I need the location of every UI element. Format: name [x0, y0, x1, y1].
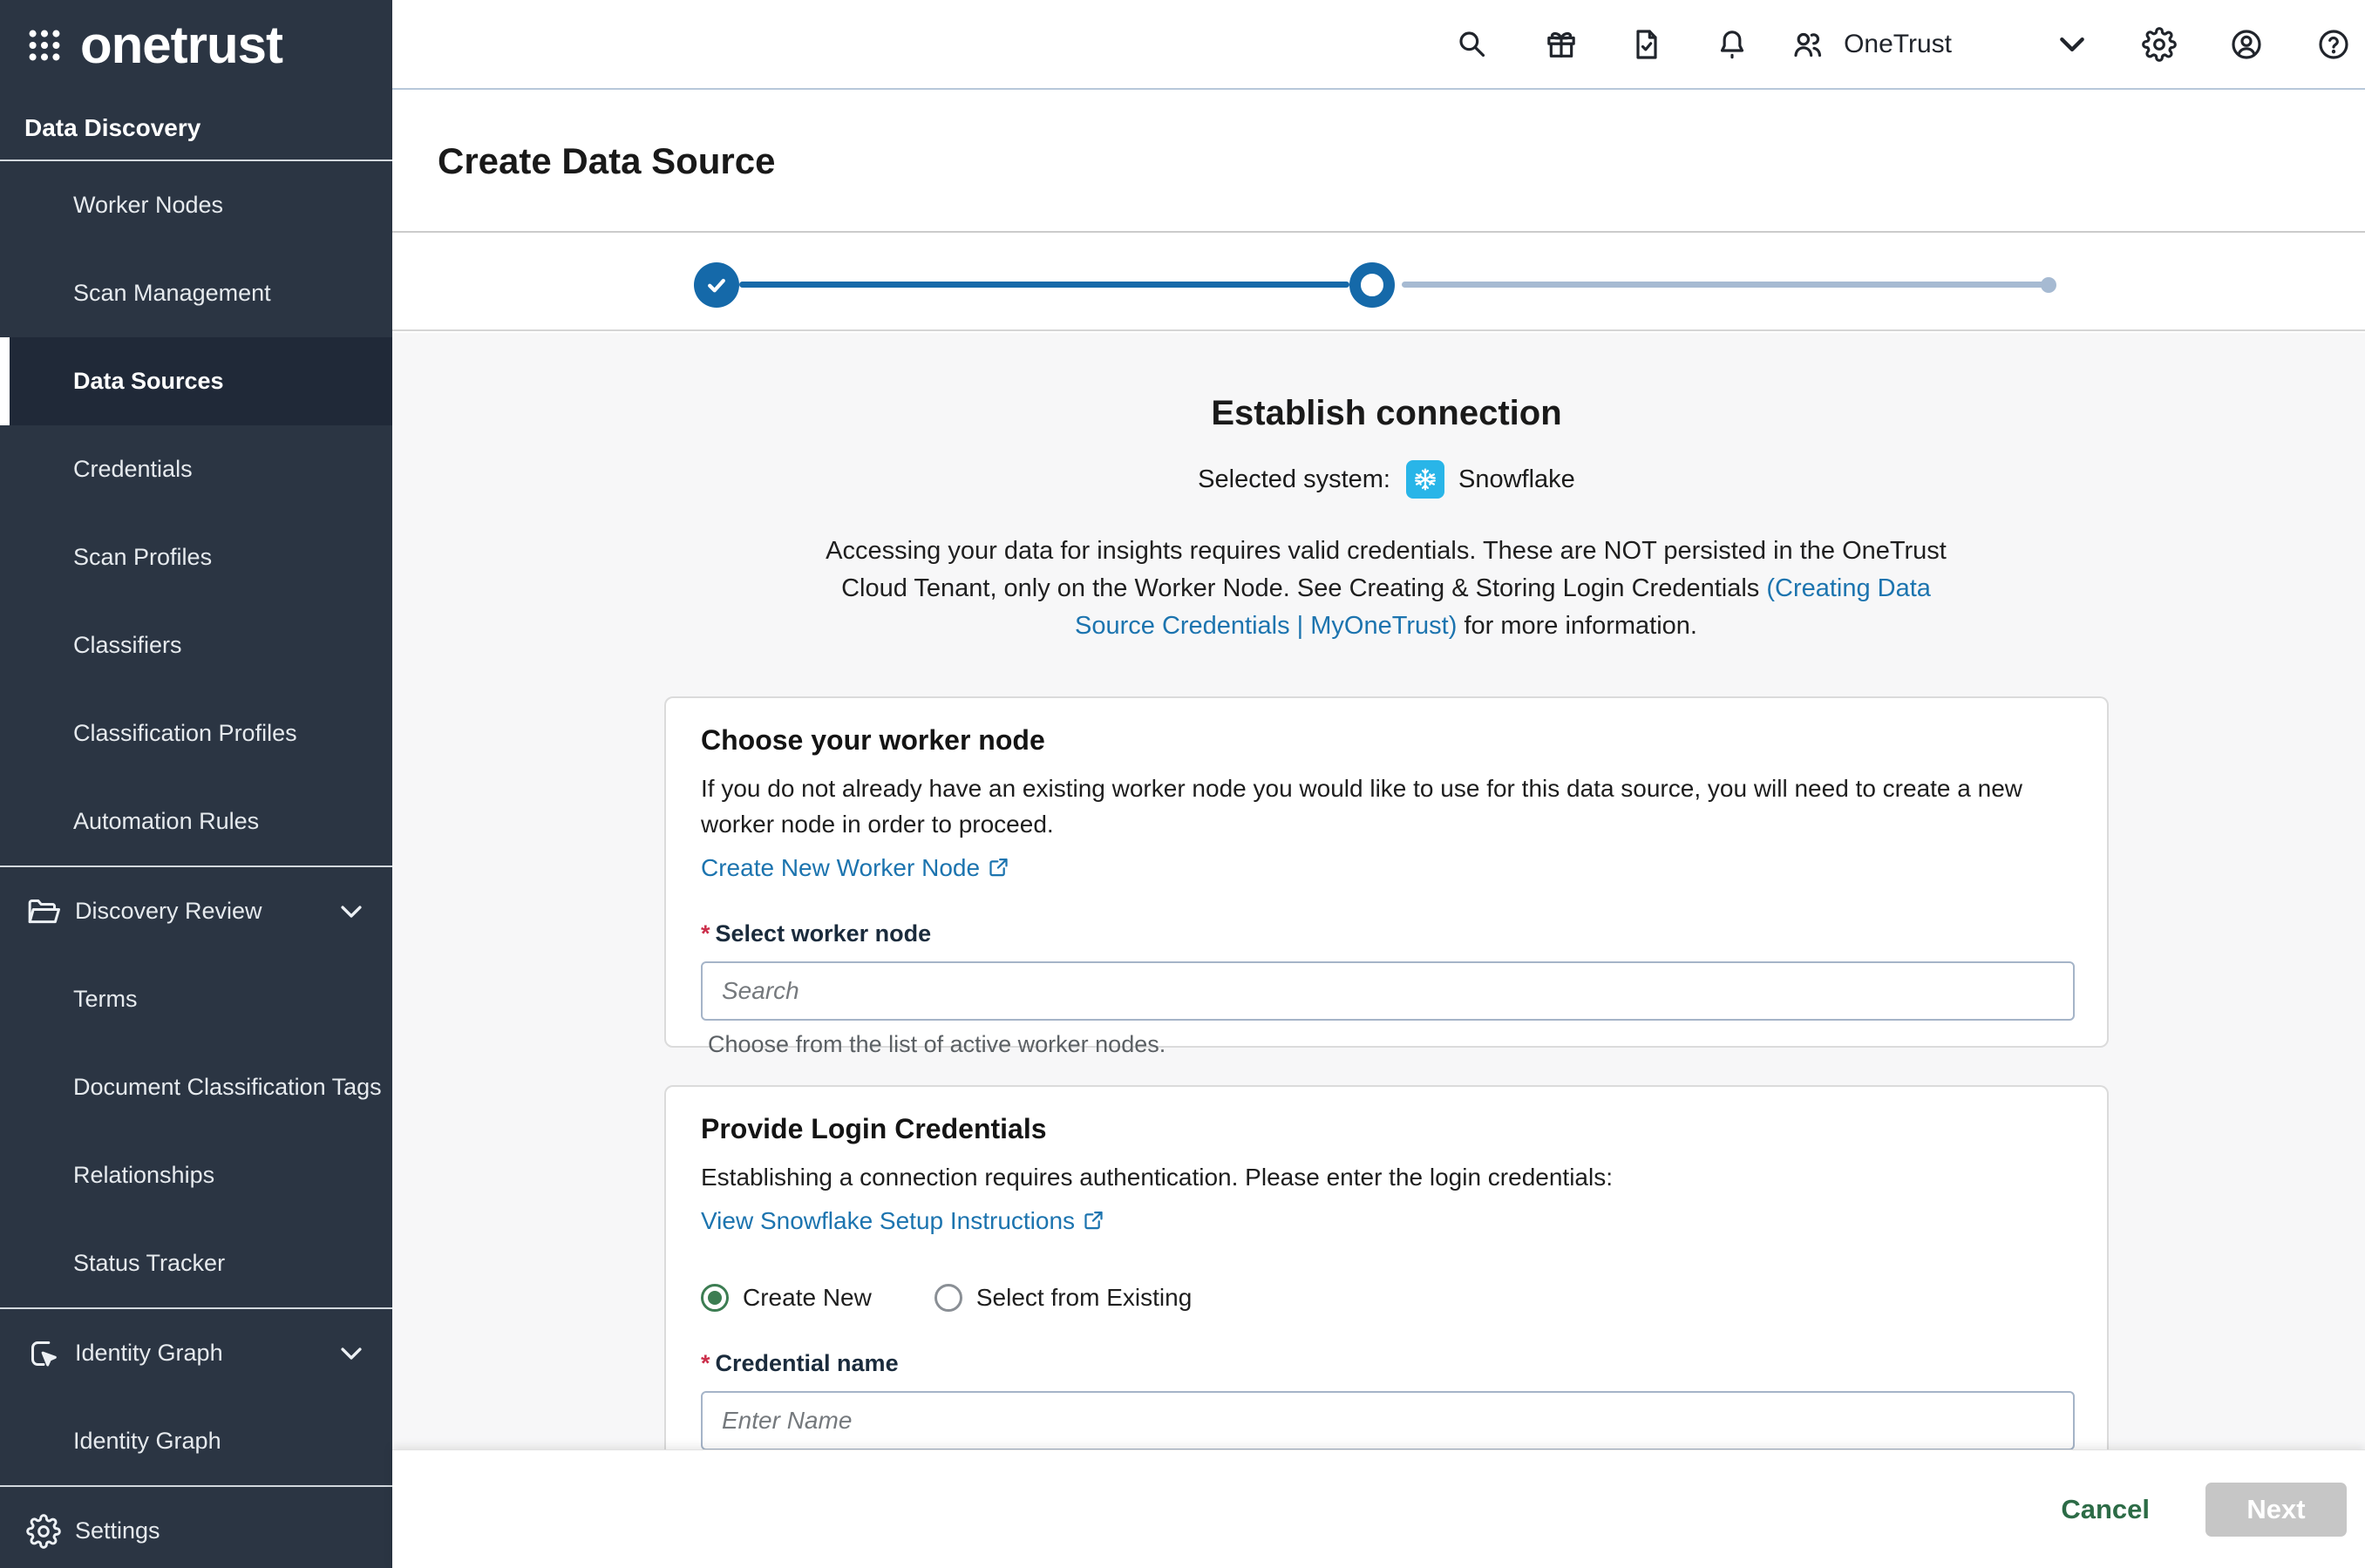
card-body-text: Establishing a connection requires authe… — [701, 1159, 2072, 1195]
intro-text: for more information. — [1457, 612, 1697, 640]
page-title: Create Data Source — [438, 140, 776, 182]
worker-node-search-input[interactable] — [701, 961, 2075, 1021]
radio-create-new[interactable]: Create New — [701, 1284, 872, 1312]
selected-system-row: Selected system: Snowflake — [664, 460, 2109, 499]
credential-name-input[interactable] — [701, 1391, 2075, 1449]
sidebar-item-automation-rules[interactable]: Automation Rules — [0, 777, 392, 865]
sidebar-item-data-sources[interactable]: Data Sources — [0, 337, 392, 425]
help-icon[interactable] — [2316, 27, 2351, 62]
logo-row[interactable]: onetrust — [0, 0, 392, 90]
sidebar-item-classifiers[interactable]: Classifiers — [0, 601, 392, 689]
account-icon[interactable] — [2229, 27, 2264, 62]
required-asterisk: * — [701, 920, 710, 947]
users-icon[interactable] — [1790, 27, 1825, 62]
field-label-text: Credential name — [716, 1350, 899, 1376]
sidebar-group-discovery-review[interactable]: Discovery Review — [0, 867, 392, 955]
snowflake-setup-instructions-link[interactable]: View Snowflake Setup Instructions — [701, 1207, 1105, 1235]
chevron-down-icon[interactable] — [336, 897, 366, 927]
sidebar-item-terms[interactable]: Terms — [0, 955, 392, 1043]
login-credentials-card: Provide Login Credentials Establishing a… — [664, 1085, 2109, 1449]
sidebar-item-scan-management[interactable]: Scan Management — [0, 249, 392, 337]
external-link-icon — [987, 855, 1010, 879]
sidebar-item-identity-graph[interactable]: Identity Graph — [0, 1397, 392, 1485]
sidebar-group-label: Discovery Review — [75, 898, 336, 925]
document-check-icon[interactable] — [1629, 27, 1664, 62]
field-helper-text: Choose from the list of active worker no… — [701, 1031, 2072, 1058]
stepper-line-upcoming — [1402, 282, 2045, 288]
sidebar: onetrust Data Discovery Worker Nodes Sca… — [0, 0, 392, 1568]
page-header: Create Data Source — [392, 92, 2365, 233]
link-text: View Snowflake Setup Instructions — [701, 1207, 1075, 1234]
step-1-complete-icon[interactable] — [694, 262, 739, 308]
gift-icon[interactable] — [1544, 27, 1579, 62]
section-heading: Establish connection — [664, 394, 2109, 433]
next-button[interactable]: Next — [2205, 1483, 2347, 1537]
link-text: Create New Worker Node — [701, 854, 980, 881]
step-2-current-icon[interactable] — [1349, 262, 1395, 308]
sidebar-item-status-tracker[interactable]: Status Tracker — [0, 1219, 392, 1307]
sidebar-item-classification-profiles[interactable]: Classification Profiles — [0, 689, 392, 777]
required-asterisk: * — [701, 1350, 710, 1376]
radio-label: Create New — [743, 1284, 872, 1312]
field-label-credential-name: *Credential name — [701, 1350, 2072, 1377]
sidebar-item-document-classification-tags[interactable]: Document Classification Tags — [0, 1043, 392, 1131]
radio-unselected-icon — [934, 1284, 962, 1312]
sidebar-item-scan-profiles[interactable]: Scan Profiles — [0, 513, 392, 601]
radio-selected-icon — [701, 1284, 729, 1312]
sidebar-item-worker-nodes[interactable]: Worker Nodes — [0, 161, 392, 249]
stepper-line-complete — [739, 282, 1349, 288]
selected-system-name: Snowflake — [1458, 465, 1575, 494]
snowflake-icon — [1406, 460, 1444, 499]
external-link-icon — [1082, 1208, 1105, 1232]
sidebar-item-settings[interactable]: Settings — [0, 1487, 392, 1568]
topbar: OneTrust — [392, 0, 2365, 90]
sidebar-group-identity-graph[interactable]: Identity Graph — [0, 1309, 392, 1397]
sidebar-section-title: Data Discovery — [0, 90, 392, 160]
gear-icon[interactable] — [2142, 27, 2177, 62]
credential-mode-radio-group: Create New Select from Existing — [701, 1284, 2072, 1312]
sidebar-group-label: Identity Graph — [75, 1340, 336, 1367]
cancel-button[interactable]: Cancel — [2056, 1493, 2155, 1526]
selected-system-label: Selected system: — [1198, 465, 1390, 494]
field-label-text: Select worker node — [716, 920, 932, 947]
tenant-name[interactable]: OneTrust — [1844, 30, 1952, 59]
step-3-upcoming-icon[interactable] — [2041, 277, 2056, 293]
main-content: Establish connection Selected system: Sn… — [392, 333, 2365, 1449]
folder-open-icon — [26, 894, 61, 929]
grid-dots-icon — [24, 25, 65, 65]
search-icon[interactable] — [1455, 27, 1490, 62]
gear-icon — [26, 1514, 61, 1549]
cursor-click-icon — [26, 1336, 61, 1371]
chevron-down-icon[interactable] — [2055, 27, 2090, 62]
radio-select-from-existing[interactable]: Select from Existing — [934, 1284, 1192, 1312]
card-body-text: If you do not already have an existing w… — [701, 770, 2072, 842]
bell-icon[interactable] — [1715, 27, 1750, 62]
wizard-stepper — [392, 234, 2365, 331]
sidebar-item-relationships[interactable]: Relationships — [0, 1131, 392, 1219]
chevron-down-icon[interactable] — [336, 1339, 366, 1368]
radio-label: Select from Existing — [976, 1284, 1192, 1312]
intro-paragraph: Accessing your data for insights require… — [806, 533, 1966, 645]
app-window: onetrust Data Discovery Worker Nodes Sca… — [0, 0, 2365, 1568]
sidebar-item-credentials[interactable]: Credentials — [0, 425, 392, 513]
sidebar-item-label: Settings — [75, 1517, 366, 1544]
field-label-select-worker-node: *Select worker node — [701, 920, 2072, 947]
create-new-worker-node-link[interactable]: Create New Worker Node — [701, 854, 1010, 882]
onetrust-logo: onetrust — [80, 19, 282, 71]
worker-node-card: Choose your worker node If you do not al… — [664, 696, 2109, 1048]
card-title: Provide Login Credentials — [701, 1113, 2072, 1145]
wizard-footer: Cancel Next — [392, 1449, 2365, 1568]
card-title: Choose your worker node — [701, 724, 2072, 757]
